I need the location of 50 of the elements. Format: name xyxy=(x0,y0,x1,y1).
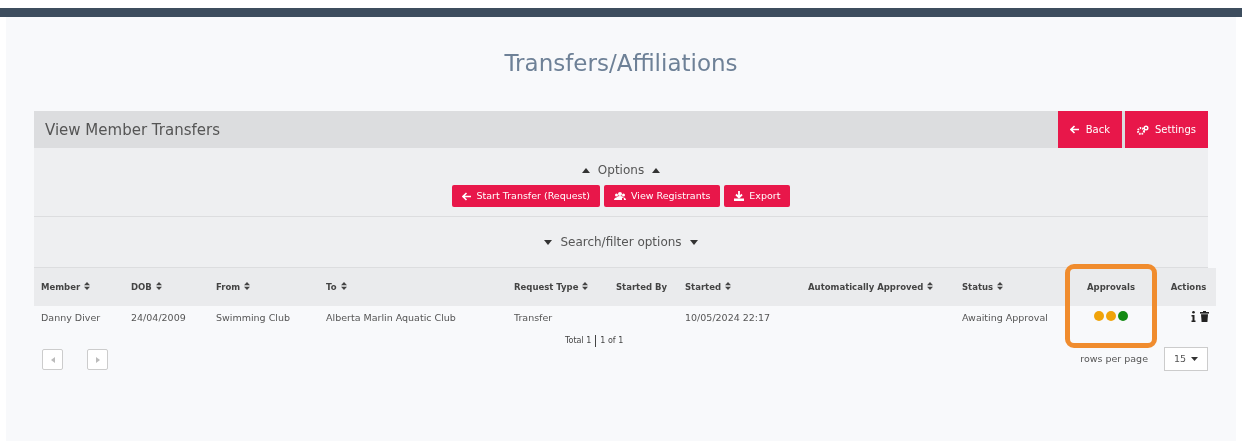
download-icon xyxy=(734,191,745,201)
caret-down-icon xyxy=(689,239,698,245)
column-header[interactable]: Member xyxy=(41,281,81,292)
header-button[interactable]: Settings xyxy=(1125,111,1208,148)
caret-left-icon xyxy=(50,356,55,363)
caret-up-icon xyxy=(581,167,590,173)
caret-down-icon xyxy=(544,239,553,245)
sort-icon[interactable] xyxy=(582,281,589,290)
column-header[interactable]: Request Type xyxy=(514,281,579,292)
page-indicator: 1 of 1 xyxy=(595,335,624,347)
column-header[interactable]: From xyxy=(216,281,241,292)
total-count: Total 1 xyxy=(564,335,592,347)
caret-right-icon xyxy=(95,356,100,363)
page-title: Transfers/Affiliations xyxy=(503,49,739,78)
action-button[interactable]: View Registrants xyxy=(604,185,721,207)
column-header[interactable]: Started xyxy=(685,281,722,292)
column-header[interactable]: Approvals xyxy=(1087,281,1135,292)
trash-icon[interactable] xyxy=(1200,310,1209,322)
sort-icon[interactable] xyxy=(340,281,347,290)
action-button[interactable]: Start Transfer (Request) xyxy=(451,185,600,207)
sort-icon[interactable] xyxy=(84,281,91,290)
arrow-left-icon xyxy=(1069,125,1080,134)
info-icon[interactable] xyxy=(1191,310,1196,322)
arrow-left-icon xyxy=(461,191,472,201)
header-button[interactable]: Back xyxy=(1057,111,1122,148)
users-icon xyxy=(614,192,626,200)
column-header[interactable]: Actions xyxy=(1170,281,1207,292)
table-cell: Danny Diver xyxy=(41,312,101,324)
sort-icon[interactable] xyxy=(155,281,162,290)
rows-per-page-select[interactable]: 15 xyxy=(1164,347,1208,371)
sort-icon[interactable] xyxy=(997,281,1004,290)
caret-down-icon xyxy=(1191,357,1199,361)
caret-up-icon xyxy=(652,167,661,173)
table-cell: Alberta Marlin Aquatic Club xyxy=(326,312,456,324)
sort-icon[interactable] xyxy=(244,281,251,290)
column-header[interactable]: Status xyxy=(962,281,994,292)
table-cell: Swimming Club xyxy=(216,312,290,324)
sort-icon[interactable] xyxy=(725,281,732,290)
column-header[interactable]: To xyxy=(326,281,337,292)
table-cell: Transfer xyxy=(514,312,553,324)
table-cell: 24/04/2009 xyxy=(131,312,186,324)
options-toggle[interactable]: Options xyxy=(597,161,645,179)
action-button[interactable]: Export xyxy=(724,185,791,207)
table-cell: Awaiting Approval xyxy=(962,312,1048,324)
column-header[interactable]: DOB xyxy=(131,281,152,292)
filter-toggle[interactable]: Search/filter options xyxy=(560,233,682,251)
rows-per-page-label: rows per page xyxy=(1080,351,1148,366)
sort-icon[interactable] xyxy=(927,281,934,290)
panel-title: View Member Transfers xyxy=(45,120,221,139)
table-cell: 10/05/2024 22:17 xyxy=(685,312,771,324)
